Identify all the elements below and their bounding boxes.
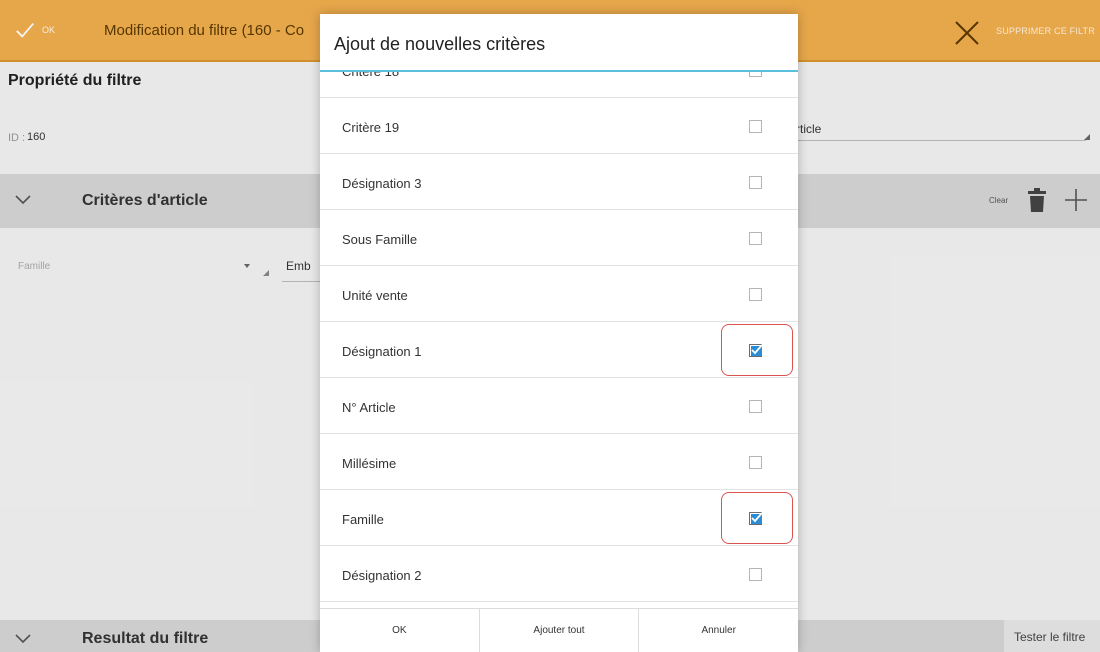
list-item[interactable]: Désignation 2 [320, 546, 798, 602]
list-item-label: N° Article [342, 400, 396, 415]
list-item-label: Famille [342, 512, 384, 527]
list-item-label: Désignation 1 [342, 344, 422, 359]
ok-button[interactable]: OK [320, 609, 480, 652]
checkbox[interactable] [749, 568, 762, 581]
checkbox[interactable] [749, 72, 762, 77]
list-item[interactable]: Millésime [320, 434, 798, 490]
checkbox[interactable] [749, 456, 762, 469]
list-item[interactable]: Critère 18 [320, 72, 798, 98]
list-item[interactable]: N° Article [320, 378, 798, 434]
list-item[interactable]: Critère 19 [320, 98, 798, 154]
list-item-label: Critère 18 [342, 72, 399, 79]
add-all-button[interactable]: Ajouter tout [480, 609, 640, 652]
list-item-label: Unité vente [342, 288, 408, 303]
list-item-label: Critère 19 [342, 120, 400, 135]
dialog-footer: OK Ajouter tout Annuler [320, 608, 798, 652]
cancel-button[interactable]: Annuler [639, 609, 798, 652]
add-criteria-dialog: Ajout de nouvelles critères Critère 18 Cr… [320, 14, 798, 652]
list-item-label: Sous Famille [342, 232, 418, 247]
list-item[interactable]: Désignation 3 [320, 154, 798, 210]
highlight-box [721, 324, 793, 376]
checkbox[interactable] [749, 232, 762, 245]
list-item-label: Millésime [342, 456, 397, 471]
list-item-label: Désignation 3 [342, 176, 422, 191]
highlight-box [721, 492, 793, 544]
dialog-title: Ajout de nouvelles critères [334, 34, 546, 54]
list-item[interactable]: Unité vente [320, 266, 798, 322]
list-item-label: Désignation 2 [342, 568, 422, 583]
list-item[interactable]: Sous Famille [320, 210, 798, 266]
checkbox[interactable] [749, 400, 762, 413]
checkbox[interactable] [749, 176, 762, 189]
checkbox[interactable] [749, 288, 762, 301]
checkbox[interactable] [749, 120, 762, 133]
